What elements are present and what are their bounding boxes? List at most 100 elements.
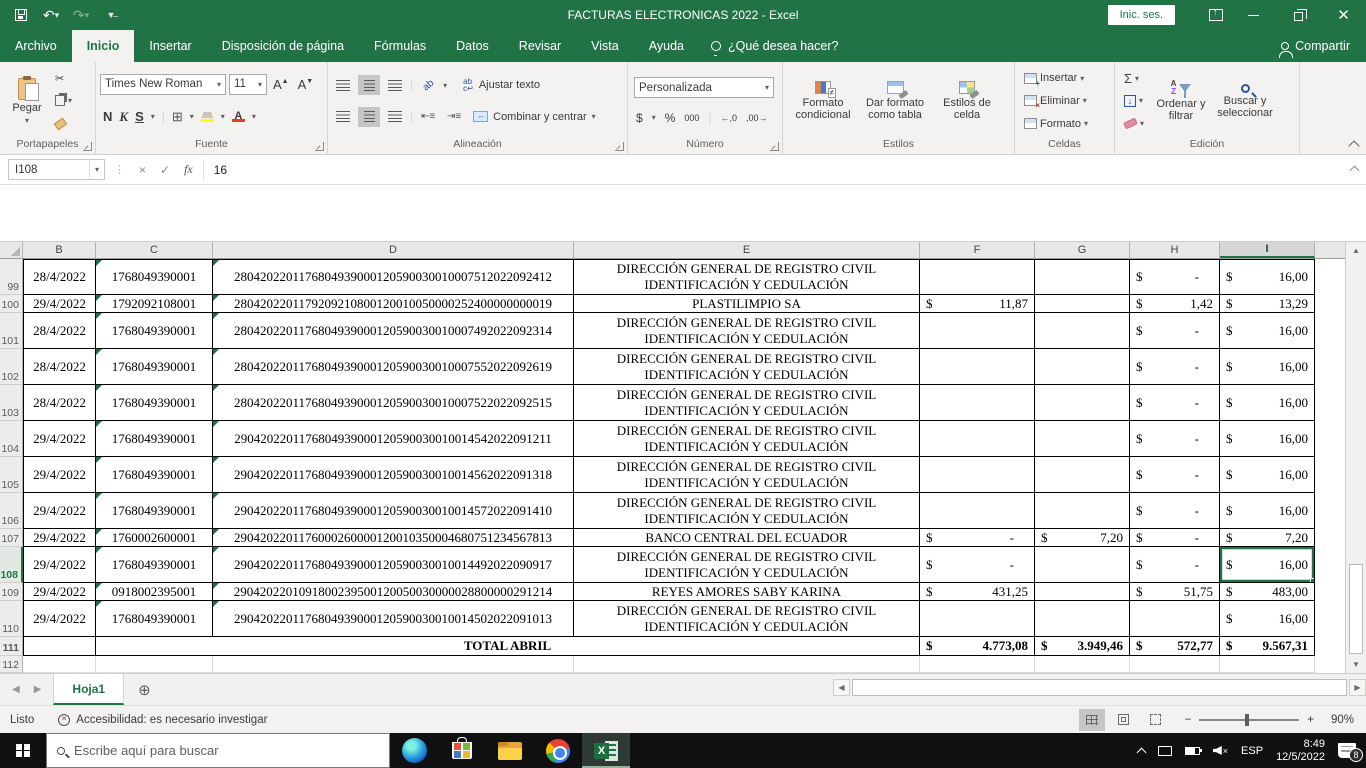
- cell-h[interactable]: $-: [1130, 385, 1220, 421]
- row-header-103[interactable]: 103: [0, 385, 23, 421]
- cell-b[interactable]: 29/4/2022: [23, 457, 96, 493]
- column-header-empty[interactable]: [1315, 242, 1345, 258]
- action-center-button[interactable]: 8: [1338, 743, 1356, 758]
- decrease-font-button[interactable]: A▼: [295, 77, 317, 92]
- total-f[interactable]: $4.773,08: [920, 637, 1035, 656]
- cell-b[interactable]: 28/4/2022: [23, 385, 96, 421]
- close-button[interactable]: ✕: [1321, 0, 1366, 30]
- row-header-99[interactable]: 99: [0, 259, 23, 295]
- cell-c[interactable]: 1768049390001: [96, 601, 213, 637]
- orientation-caret[interactable]: ▾: [443, 81, 447, 90]
- cell-d[interactable]: 2904202201176804939000120590030010014502…: [213, 601, 574, 637]
- cell-i[interactable]: $13,29: [1220, 295, 1315, 313]
- align-center-button[interactable]: [358, 107, 380, 127]
- column-header-f[interactable]: F: [920, 242, 1035, 258]
- underline-caret[interactable]: ▾: [151, 112, 155, 121]
- sheet-nav-left-icon[interactable]: ◀: [12, 684, 20, 695]
- fill-color-caret[interactable]: ▾: [221, 112, 225, 121]
- cell-e[interactable]: DIRECCIÓN GENERAL DE REGISTRO CIVILIDENT…: [574, 547, 920, 583]
- cell-d[interactable]: 2904202201176804939000120590030010014572…: [213, 493, 574, 529]
- confirm-entry-button[interactable]: ✓: [160, 163, 170, 177]
- row-header-110[interactable]: 110: [0, 601, 23, 637]
- alignment-dialog-launcher[interactable]: [615, 142, 624, 151]
- taskbar-store-icon[interactable]: [438, 733, 486, 768]
- sheet-nav-right-icon[interactable]: ▶: [34, 684, 42, 695]
- cell-g[interactable]: $7,20: [1035, 529, 1130, 547]
- tab-revisar[interactable]: Revisar: [504, 30, 576, 62]
- clipboard-dialog-launcher[interactable]: [83, 142, 92, 151]
- start-button[interactable]: [0, 733, 46, 768]
- column-header-i[interactable]: I: [1220, 242, 1315, 258]
- cell-d[interactable]: 2804202201176804939000120590030010007512…: [213, 259, 574, 295]
- cell-d[interactable]: 2804202201179209210800120010050000252400…: [213, 295, 574, 313]
- cell-d[interactable]: 2904202201091800239500120050030000028800…: [213, 583, 574, 601]
- cell-g[interactable]: [1035, 295, 1130, 313]
- cell-i[interactable]: $16,00: [1220, 385, 1315, 421]
- cell-i[interactable]: $483,00: [1220, 583, 1315, 601]
- cell-h[interactable]: $51,75: [1130, 583, 1220, 601]
- cell-f[interactable]: $-: [920, 547, 1035, 583]
- insert-function-button[interactable]: fx: [184, 162, 193, 177]
- cell-e[interactable]: DIRECCIÓN GENERAL DE REGISTRO CIVILIDENT…: [574, 259, 920, 295]
- underline-button[interactable]: S: [135, 109, 144, 124]
- cell-c[interactable]: 1792092108001: [96, 295, 213, 313]
- battery-icon[interactable]: [1185, 747, 1200, 755]
- scroll-up-arrow[interactable]: ▲: [1346, 242, 1366, 259]
- align-left-button[interactable]: [332, 107, 354, 127]
- font-name-select[interactable]: Times New Roman▾: [100, 74, 226, 95]
- cell-f[interactable]: [920, 493, 1035, 529]
- vertical-scrollbar[interactable]: ▲ ▼: [1345, 242, 1366, 673]
- taskbar-search-input[interactable]: Escribe aquí para buscar: [46, 733, 390, 768]
- column-header-d[interactable]: D: [213, 242, 574, 258]
- total-h[interactable]: $572,77: [1130, 637, 1220, 656]
- scroll-down-arrow[interactable]: ▼: [1346, 656, 1366, 673]
- cell-e[interactable]: DIRECCIÓN GENERAL DE REGISTRO CIVILIDENT…: [574, 349, 920, 385]
- volume-muted-icon[interactable]: ×: [1213, 746, 1228, 756]
- column-header-b[interactable]: B: [23, 242, 96, 258]
- redo-button[interactable]: ↷▾: [68, 2, 94, 28]
- page-break-view-button[interactable]: [1143, 709, 1169, 731]
- tablet-mode-icon[interactable]: [1158, 746, 1172, 756]
- row-header-105[interactable]: 105: [0, 457, 23, 493]
- cell-g[interactable]: [1035, 583, 1130, 601]
- cell-d[interactable]: 2804202201176804939000120590030010007492…: [213, 313, 574, 349]
- clear-button[interactable]: ▾: [1121, 113, 1147, 134]
- cell-e[interactable]: BANCO CENTRAL DEL ECUADOR: [574, 529, 920, 547]
- cell-b[interactable]: [23, 637, 96, 656]
- tab-datos[interactable]: Datos: [441, 30, 504, 62]
- zoom-in-button[interactable]: +: [1307, 714, 1314, 726]
- cell-empty[interactable]: [920, 656, 1035, 673]
- zoom-level[interactable]: 90%: [1320, 714, 1354, 726]
- row-header-100[interactable]: 100: [0, 295, 23, 313]
- format-as-table-button[interactable]: Dar formato como tabla: [859, 65, 931, 137]
- merge-center-button[interactable]: ↔ Combinar y centrar ▾: [469, 106, 600, 128]
- cell-h[interactable]: $-: [1130, 313, 1220, 349]
- cell-empty[interactable]: [574, 656, 920, 673]
- align-top-button[interactable]: [332, 75, 354, 95]
- new-sheet-button[interactable]: ⊕: [124, 674, 165, 705]
- cell-h[interactable]: $-: [1130, 493, 1220, 529]
- cell-e[interactable]: REYES AMORES SABY KARINA: [574, 583, 920, 601]
- tab-insertar[interactable]: Insertar: [134, 30, 206, 62]
- borders-button[interactable]: ⊞: [172, 109, 183, 125]
- cell-g[interactable]: [1035, 385, 1130, 421]
- decrease-indent-button[interactable]: ⇤≡: [417, 107, 439, 127]
- row-header-106[interactable]: 106: [0, 493, 23, 529]
- cell-d[interactable]: 2804202201176804939000120590030010007552…: [213, 349, 574, 385]
- cell-f[interactable]: [920, 385, 1035, 421]
- cell-c[interactable]: 1768049390001: [96, 493, 213, 529]
- cell-c[interactable]: 1768049390001: [96, 457, 213, 493]
- total-g[interactable]: $3.949,46: [1035, 637, 1130, 656]
- cell-b[interactable]: 29/4/2022: [23, 601, 96, 637]
- accounting-caret[interactable]: ▾: [652, 113, 656, 122]
- language-indicator[interactable]: ESP: [1241, 745, 1263, 757]
- insert-cells-button[interactable]: +Insertar▾: [1021, 68, 1108, 89]
- formula-content[interactable]: 16: [204, 163, 227, 177]
- taskbar-chrome-icon[interactable]: [534, 733, 582, 768]
- autosum-button[interactable]: Σ▾: [1121, 68, 1147, 89]
- increase-decimal-button[interactable]: ←,0: [721, 113, 738, 123]
- align-bottom-button[interactable]: [384, 75, 406, 95]
- sort-filter-button[interactable]: AZ Ordenar y filtrar: [1149, 65, 1213, 137]
- cell-f[interactable]: [920, 457, 1035, 493]
- cell-empty[interactable]: [1220, 656, 1315, 673]
